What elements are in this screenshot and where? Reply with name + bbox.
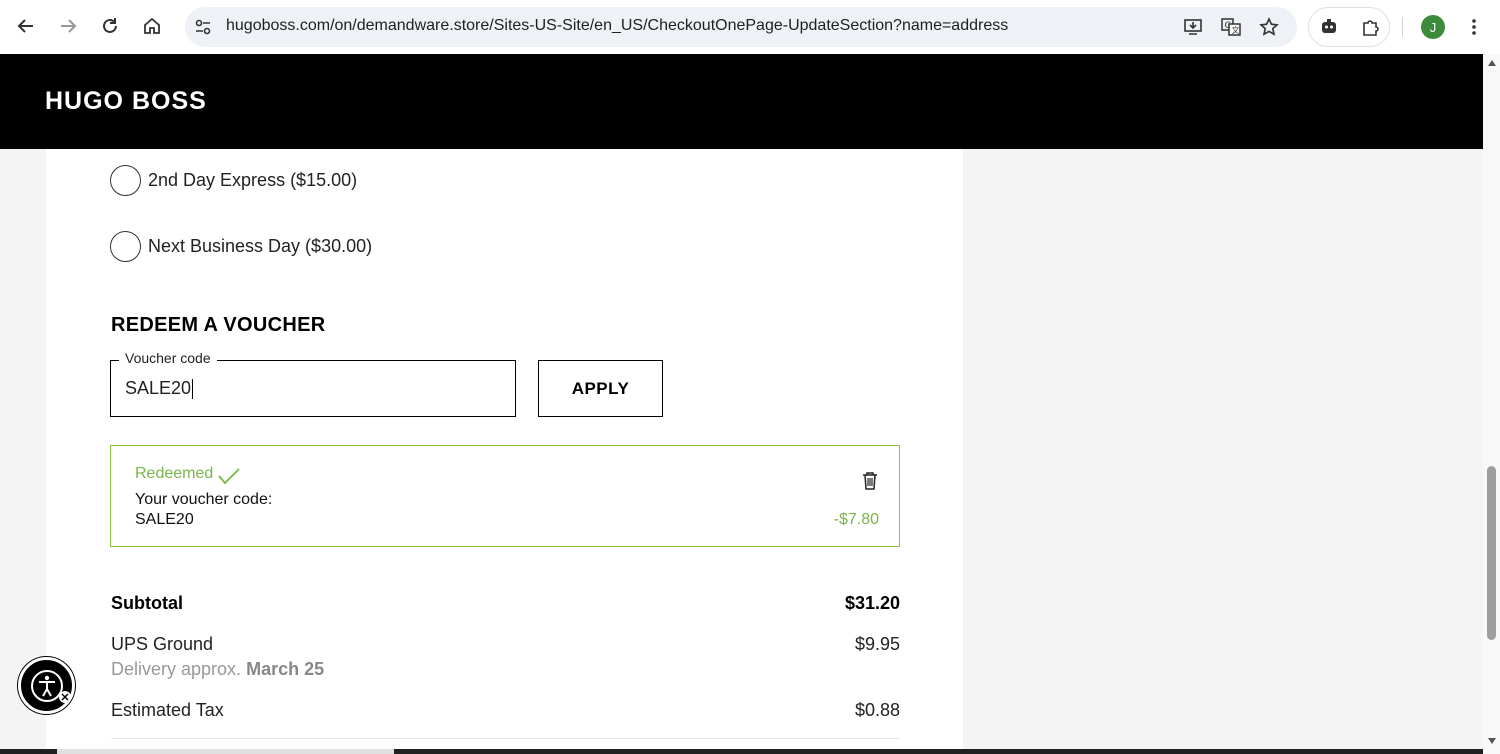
tax-label: Estimated Tax: [111, 700, 224, 720]
install-icon[interactable]: [1181, 15, 1205, 39]
scroll-thumb[interactable]: [1487, 466, 1496, 640]
home-button[interactable]: [136, 10, 168, 42]
scroll-down-icon[interactable]: [1486, 736, 1497, 746]
redeemed-voucher-box: Redeemed Your voucher code: SALE20 -$7.8…: [110, 445, 900, 547]
profile-avatar[interactable]: J: [1421, 15, 1445, 39]
subtotal-row: Subtotal $31.20: [111, 593, 900, 614]
voucher-field-label: Voucher code: [119, 350, 217, 366]
voucher-code-input[interactable]: SALE20: [125, 378, 425, 400]
site-header: HUGO BOSS: [0, 54, 1483, 149]
voucher-code-value: SALE20: [135, 511, 194, 528]
back-button[interactable]: [10, 10, 42, 42]
puzzle-icon[interactable]: [1359, 15, 1383, 39]
bookmark-star-icon[interactable]: [1257, 15, 1281, 39]
accessibility-button[interactable]: [18, 657, 75, 714]
address-bar[interactable]: hugoboss.com/on/demandware.store/Sites-U…: [185, 7, 1297, 47]
reload-button[interactable]: [94, 10, 126, 42]
voucher-code-field[interactable]: Voucher code SALE20: [110, 350, 516, 417]
back-icon: [17, 19, 33, 33]
delivery-estimate: Delivery approx. March 25: [111, 659, 325, 679]
reload-icon: [103, 18, 117, 33]
divider: [111, 738, 900, 739]
toolbar-divider: [1402, 17, 1403, 37]
tax-value: $0.88: [854, 700, 900, 720]
extension-icon[interactable]: [1317, 15, 1341, 39]
subtotal-label: Subtotal: [111, 593, 183, 613]
home-icon: [144, 17, 160, 34]
close-icon[interactable]: [59, 691, 71, 703]
tax-row: Estimated Tax $0.88: [111, 700, 900, 721]
shipping-label: UPS Ground: [111, 634, 214, 654]
translate-icon[interactable]: G文: [1219, 15, 1243, 39]
check-icon: [217, 467, 241, 485]
voucher-code-label: Your voucher code:: [135, 491, 273, 508]
browser-toolbar: hugoboss.com/on/demandware.store/Sites-U…: [0, 0, 1500, 54]
horizontal-scroll-thumb[interactable]: [57, 749, 394, 754]
radio-button[interactable]: [110, 231, 141, 262]
redeemed-status: Redeemed: [135, 463, 241, 485]
shipping-option-2nd-day[interactable]: 2nd Day Express ($15.00): [110, 165, 357, 196]
site-info-icon[interactable]: [191, 15, 215, 39]
shipping-option-label: Next Business Day ($30.00): [148, 236, 373, 256]
voucher-title: REDEEM A VOUCHER: [111, 314, 326, 336]
url-text[interactable]: hugoboss.com/on/demandware.store/Sites-U…: [226, 17, 1008, 35]
trash-icon[interactable]: [860, 469, 880, 491]
shipping-option-next-day[interactable]: Next Business Day ($30.00): [110, 231, 372, 262]
shipping-row: UPS Ground $9.95: [111, 634, 900, 655]
site-logo[interactable]: HUGO BOSS: [45, 87, 207, 116]
voucher-discount: -$7.80: [833, 511, 879, 528]
svg-text:文: 文: [1232, 25, 1240, 35]
vertical-scrollbar[interactable]: [1483, 54, 1500, 754]
apply-button[interactable]: APPLY: [538, 360, 663, 417]
radio-button[interactable]: [110, 165, 141, 196]
subtotal-value: $31.20: [844, 593, 900, 613]
shipping-option-label: 2nd Day Express ($15.00): [148, 170, 358, 190]
forward-button[interactable]: [52, 10, 84, 42]
forward-icon: [61, 19, 77, 33]
scroll-up-icon[interactable]: [1486, 58, 1497, 68]
shipping-value: $9.95: [854, 634, 900, 654]
more-icon[interactable]: [1462, 14, 1486, 40]
extensions-group: [1308, 7, 1390, 47]
